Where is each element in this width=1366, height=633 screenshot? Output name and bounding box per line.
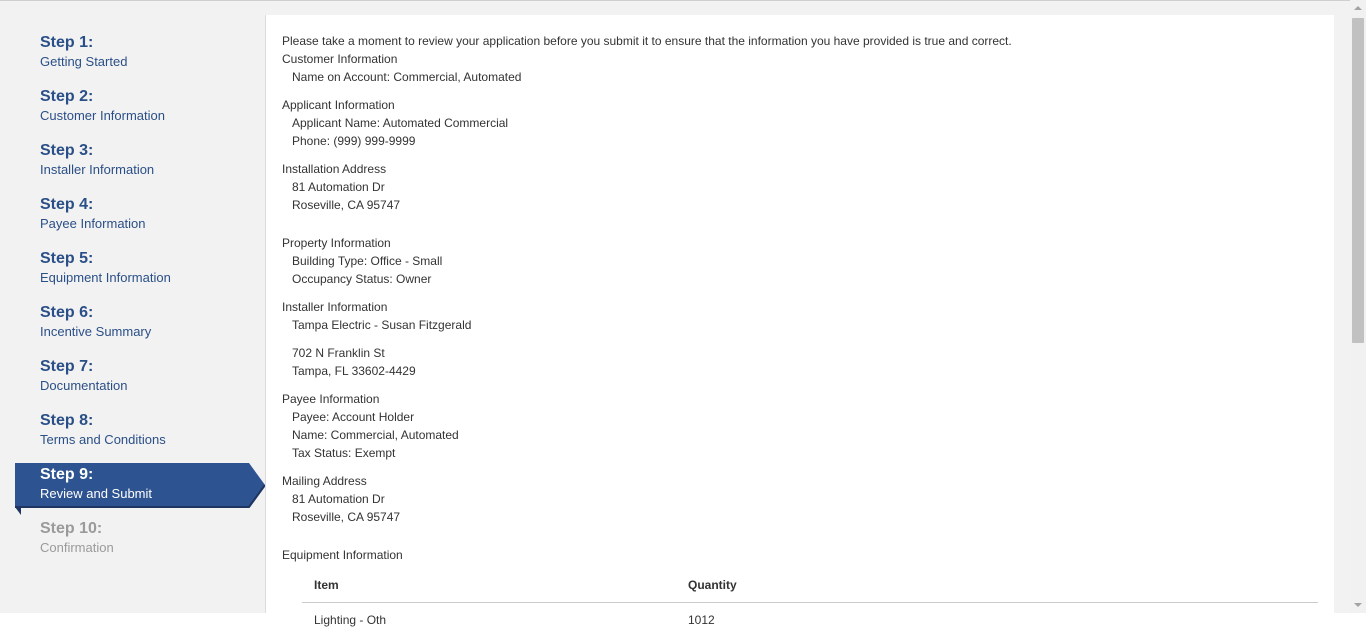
sidebar-item-step-2[interactable]: Step 2: Customer Information [40,87,165,124]
sidebar-item-step-6[interactable]: Step 6: Incentive Summary [40,303,151,340]
installation-section: Installation Address 81 Automation Dr Ro… [282,160,1322,214]
section-title: Equipment Information [282,546,1322,564]
step-number: Step 7: [40,357,127,376]
address-line-1: 81 Automation Dr [282,178,1322,196]
tax-status: Tax Status: Exempt [282,444,1322,462]
building-type: Building Type: Office - Small [282,252,1322,270]
intro-text: Please take a moment to review your appl… [282,32,1322,50]
column-header-quantity: Quantity [676,570,1318,603]
address-line-2: Roseville, CA 95747 [282,508,1322,526]
name-on-account: Name on Account: Commercial, Automated [282,68,1322,86]
sidebar-item-step-8[interactable]: Step 8: Terms and Conditions [40,411,166,448]
sidebar-item-step-5[interactable]: Step 5: Equipment Information [40,249,171,286]
step-label: Payee Information [40,216,146,232]
section-title: Installer Information [282,298,1322,316]
review-panel: Please take a moment to review your appl… [266,15,1334,613]
step-number: Step 1: [40,33,127,52]
section-title: Mailing Address [282,472,1322,490]
step-label: Getting Started [40,54,127,70]
step-number: Step 5: [40,249,171,268]
step-label: Review and Submit [40,486,152,502]
sidebar-item-step-10: Step 10: Confirmation [40,519,114,556]
equipment-quantity: 1012 [676,603,1318,633]
step-number: Step 6: [40,303,151,322]
mailing-section: Mailing Address 81 Automation Dr Rosevil… [282,472,1322,526]
scrollbar-thumb[interactable] [1352,18,1364,343]
step-label: Installer Information [40,162,154,178]
review-content: Please take a moment to review your appl… [282,32,1322,633]
step-label: Incentive Summary [40,324,151,340]
applicant-name: Applicant Name: Automated Commercial [282,114,1322,132]
table-header-row: Item Quantity [302,570,1318,603]
applicant-section: Applicant Information Applicant Name: Au… [282,96,1322,150]
step-number: Step 3: [40,141,154,160]
section-title: Customer Information [282,50,1322,68]
payee-name: Name: Commercial, Automated [282,426,1322,444]
step-number: Step 10: [40,519,114,538]
column-header-item: Item [302,570,676,603]
address-line-1: 81 Automation Dr [282,490,1322,508]
payee-type: Payee: Account Holder [282,408,1322,426]
equipment-item: Lighting - Oth [302,603,676,633]
section-title: Property Information [282,234,1322,252]
step-label: Customer Information [40,108,165,124]
step-number: Step 4: [40,195,146,214]
equipment-table: Item Quantity Lighting - Oth 1012 [302,570,1318,633]
spacer [282,536,1322,546]
address-line-2: Roseville, CA 95747 [282,196,1322,214]
address-line-1: 702 N Franklin St [282,344,1322,362]
occupancy-status: Occupancy Status: Owner [282,270,1322,288]
sidebar-item-step-9-active[interactable]: Step 9: Review and Submit [15,463,265,515]
spacer [282,224,1322,234]
payee-section: Payee Information Payee: Account Holder … [282,390,1322,462]
sidebar-item-step-7[interactable]: Step 7: Documentation [40,357,127,394]
vertical-scrollbar[interactable] [1350,0,1366,613]
step-label: Terms and Conditions [40,432,166,448]
sidebar-item-step-3[interactable]: Step 3: Installer Information [40,141,154,178]
property-section: Property Information Building Type: Offi… [282,234,1322,288]
step-label: Documentation [40,378,127,394]
address-line-2: Tampa, FL 33602-4429 [282,362,1322,380]
top-divider [0,0,1350,1]
step-label: Confirmation [40,540,114,556]
step-number: Step 2: [40,87,165,106]
section-title: Installation Address [282,160,1322,178]
step-number: Step 8: [40,411,166,430]
table-row: Lighting - Oth 1012 [302,603,1318,633]
installer-company: Tampa Electric - Susan Fitzgerald [282,316,1322,334]
step-label: Equipment Information [40,270,171,286]
sidebar-item-step-1[interactable]: Step 1: Getting Started [40,33,127,70]
section-title: Payee Information [282,390,1322,408]
section-title: Applicant Information [282,96,1322,114]
sidebar-item-step-4[interactable]: Step 4: Payee Information [40,195,146,232]
spacer [282,334,1322,344]
installer-section: Installer Information Tampa Electric - S… [282,298,1322,380]
customer-section: Customer Information Name on Account: Co… [282,50,1322,86]
applicant-phone: Phone: (999) 999-9999 [282,132,1322,150]
step-number: Step 9: [40,465,152,484]
scroll-down-arrow-icon[interactable] [1350,597,1366,613]
scroll-up-arrow-icon[interactable] [1350,0,1366,16]
equipment-section: Equipment Information Item Quantity Ligh… [282,546,1322,633]
